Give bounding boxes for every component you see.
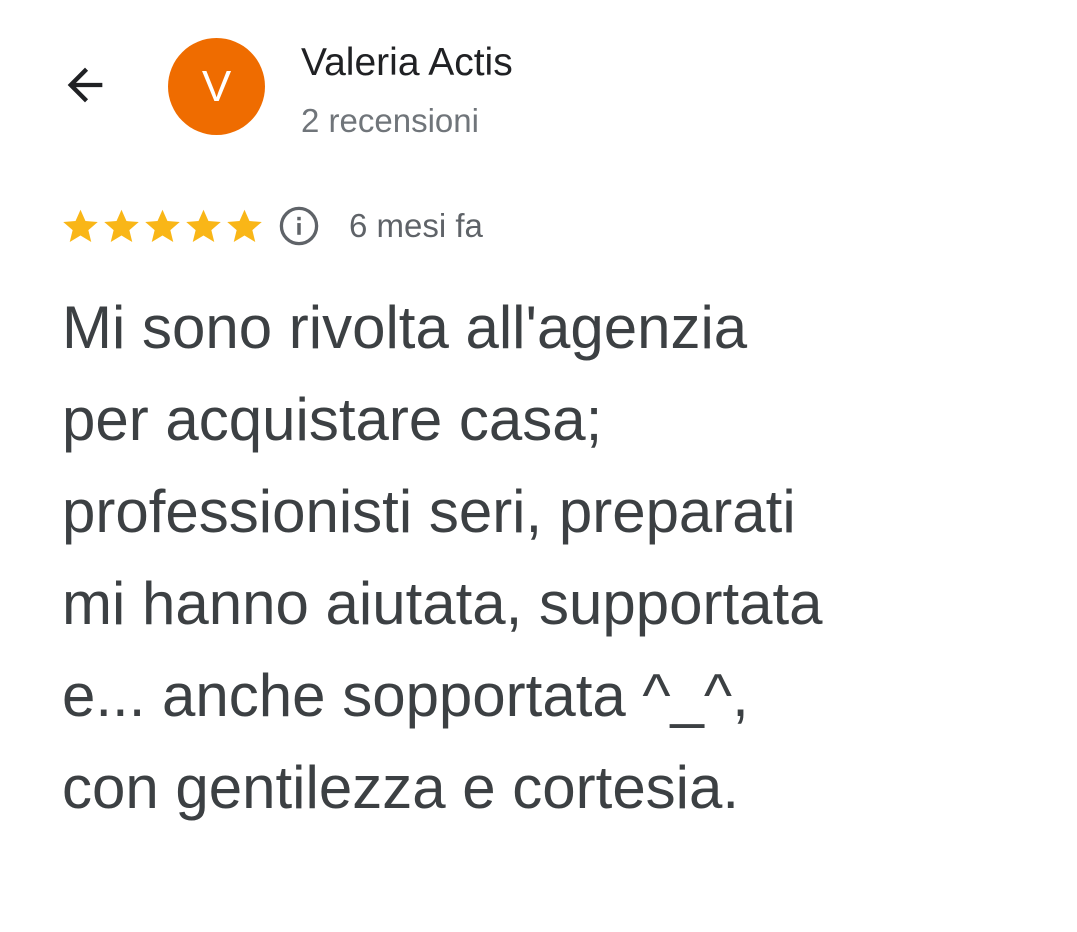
back-button[interactable] (52, 52, 118, 118)
star-filled-icon (183, 206, 224, 247)
review-date: 6 mesi fa (349, 207, 483, 244)
rating-row: 6 mesi fa (60, 202, 483, 250)
info-icon[interactable] (277, 204, 321, 248)
star-filled-icon (60, 206, 101, 247)
avatar-initial: V (201, 61, 232, 111)
star-filled-icon (142, 206, 183, 247)
review-text: Mi sono rivolta all'agenzia per acquista… (62, 294, 823, 821)
star-rating (60, 206, 265, 247)
reviewer-name[interactable]: Valeria Actis (301, 40, 513, 86)
star-filled-icon (101, 206, 142, 247)
review-card: V Valeria Actis 2 recensioni 6 mesi fa M… (0, 0, 1077, 932)
reviewer-reviews-count: 2 recensioni (301, 102, 479, 139)
avatar[interactable]: V (168, 38, 265, 135)
star-filled-icon (224, 206, 265, 247)
arrow-back-icon (59, 59, 111, 111)
